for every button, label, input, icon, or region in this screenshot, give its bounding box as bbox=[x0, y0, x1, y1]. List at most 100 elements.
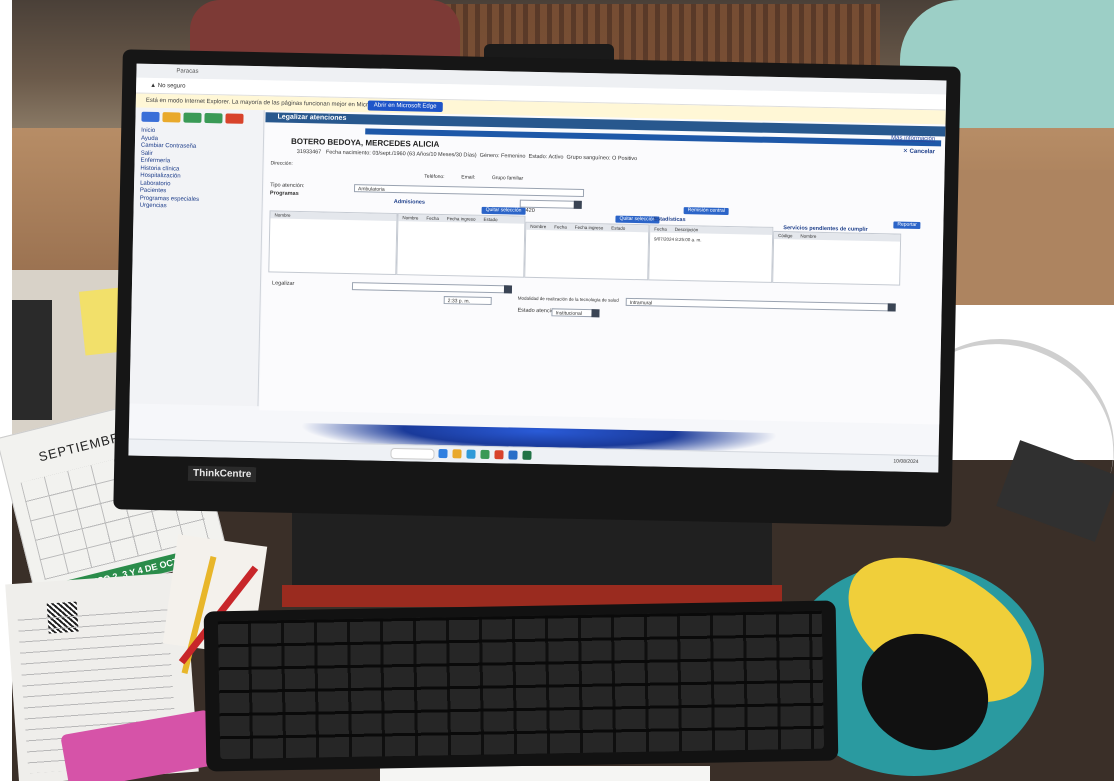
grid-col: Fecha bbox=[554, 224, 567, 230]
admissions-grid[interactable]: Nombre Fecha Fecha ingreso Estado bbox=[396, 213, 526, 278]
chevron-down-icon bbox=[887, 303, 896, 312]
state-value: Activo bbox=[548, 154, 564, 161]
open-in-edge-button[interactable]: Abrir en Microsoft Edge bbox=[367, 100, 443, 112]
quit-selection-button[interactable]: Quitar selección bbox=[481, 206, 526, 215]
cancel-label: Cancelar bbox=[909, 148, 935, 156]
word-icon[interactable] bbox=[508, 450, 518, 460]
grid-header: Código Nombre bbox=[774, 231, 901, 242]
chrome-icon[interactable] bbox=[494, 450, 504, 460]
alert-icon[interactable] bbox=[225, 113, 244, 124]
grid-col: Nombre bbox=[402, 215, 419, 221]
taskbar-clock[interactable]: 10/08/2024 bbox=[893, 459, 918, 466]
grid-col: Fecha ingreso bbox=[446, 216, 476, 222]
windows-start-icon[interactable] bbox=[438, 448, 448, 459]
grid-col: Código bbox=[778, 233, 793, 239]
central-requests-button[interactable]: Remisión central bbox=[683, 207, 729, 216]
attention-type-label: Tipo atención: bbox=[270, 182, 305, 190]
time-value: 2:33 p. m. bbox=[447, 298, 470, 305]
bottom-paper bbox=[380, 766, 710, 781]
programs-grid[interactable]: Nombre bbox=[268, 210, 398, 276]
app-icon[interactable] bbox=[480, 449, 490, 460]
browser-tab[interactable]: Paracas bbox=[176, 68, 198, 74]
requests-grid[interactable]: Nombre Fecha Fecha ingreso Estado bbox=[524, 221, 650, 281]
pending-services-grid[interactable]: Código Nombre bbox=[772, 230, 902, 286]
excel-icon[interactable] bbox=[522, 450, 532, 460]
time-input[interactable]: 2:33 p. m. bbox=[443, 296, 492, 306]
keyboard-keys bbox=[217, 610, 825, 760]
attention-state-value: Institucional bbox=[555, 310, 582, 317]
mode-select[interactable]: Intramural bbox=[625, 297, 896, 312]
help-link[interactable]: Más información bbox=[891, 135, 935, 142]
patient-document: 31933467 bbox=[296, 148, 322, 156]
grid-col: Fecha bbox=[654, 226, 667, 232]
mode-value: Intramural bbox=[629, 299, 653, 307]
sidebar-item[interactable]: Urgencias bbox=[140, 203, 200, 212]
monitor-brand: ThinkCentre bbox=[187, 465, 257, 483]
sidebar-toolbar bbox=[141, 111, 244, 124]
chevron-down-icon bbox=[591, 309, 600, 318]
report-button[interactable]: Reportar bbox=[893, 221, 921, 230]
warning-icon: ▲ bbox=[150, 82, 158, 90]
monitor: Paracas ▲ No seguro Está en modo Interne… bbox=[113, 49, 961, 527]
address-label: Dirección: bbox=[270, 160, 293, 167]
admissions-label: Admisiones bbox=[393, 198, 426, 206]
wooden-counter-right bbox=[950, 170, 1114, 305]
stat-date-cell[interactable]: 9/07/2024 8:25:00 a. m. bbox=[650, 232, 772, 248]
settings-icon[interactable] bbox=[204, 113, 223, 124]
chevron-down-icon bbox=[573, 200, 582, 209]
legalize-select[interactable] bbox=[351, 282, 513, 294]
programs-label: Programas bbox=[269, 190, 299, 197]
folder-icon[interactable] bbox=[162, 112, 181, 123]
gender-label: Género: bbox=[479, 152, 500, 160]
grid-col: Estado bbox=[611, 225, 626, 231]
grid-col: Descripción bbox=[674, 226, 699, 233]
grid-header: Nombre Fecha Fecha ingreso Estado bbox=[526, 222, 649, 233]
birth-value: 03/sept./1960 (63 Años/10 Meses/30 Días) bbox=[372, 150, 477, 159]
taskbar-icons bbox=[438, 448, 532, 460]
grid-header: Nombre bbox=[270, 211, 397, 222]
grid-col: Nombre bbox=[530, 223, 547, 230]
grid-col: Nombre bbox=[800, 233, 817, 239]
grid-col: Fecha bbox=[426, 215, 440, 221]
attention-type-select[interactable]: Ambulatoria bbox=[353, 184, 585, 197]
edge-icon[interactable] bbox=[466, 449, 476, 459]
address-text: No seguro bbox=[157, 83, 186, 90]
family-group-label: Grupo familiar bbox=[491, 175, 524, 182]
file-explorer-icon[interactable] bbox=[452, 449, 462, 459]
state-label: Estado: bbox=[528, 153, 548, 161]
birth-label: Fecha nacimiento: bbox=[325, 149, 371, 157]
admission-code: 420 bbox=[525, 207, 535, 214]
statistics-grid[interactable]: Fecha Descripción 9/07/2024 8:25:00 a. m… bbox=[648, 224, 774, 283]
sidebar: Inicio Ayuda Cambiar Contraseña Salir En… bbox=[129, 107, 265, 407]
phone-label: Teléfono: bbox=[424, 173, 445, 181]
desk-phone bbox=[12, 300, 52, 420]
ie-mode-text: Está en modo Internet Explorer. La mayor… bbox=[145, 97, 399, 110]
group-label: Grupo sanguíneo: bbox=[566, 154, 611, 162]
main-panel: Legalizar atenciones Más información ✕ C… bbox=[259, 110, 946, 425]
statistics-label: Estadísticas bbox=[653, 216, 686, 224]
taskbar-search-input[interactable] bbox=[390, 447, 435, 460]
email-label: Email: bbox=[461, 174, 476, 181]
grid-col: Estado bbox=[483, 216, 498, 223]
patient-name: BOTERO BEDOYA, MERCEDES ALICIA bbox=[290, 136, 440, 149]
chevron-down-icon bbox=[503, 285, 513, 294]
sidebar-menu: Inicio Ayuda Cambiar Contraseña Salir En… bbox=[140, 128, 201, 212]
grid-col: Fecha ingreso bbox=[574, 224, 604, 231]
keyboard bbox=[203, 600, 839, 772]
gender-value: Femenino bbox=[500, 153, 526, 160]
group-value: O Positivo bbox=[612, 155, 638, 163]
mode-label: Modalidad de realización de la tecnologí… bbox=[517, 295, 619, 303]
photo-scene: SEPTIEMBRE CONGRESO 2, 3 Y 4 DE OCTUBRE … bbox=[0, 0, 1114, 781]
cancel-button[interactable]: ✕ Cancelar bbox=[903, 148, 935, 156]
legalize-label: Legalizar bbox=[271, 280, 295, 287]
attention-state-select[interactable]: Institucional bbox=[551, 308, 600, 318]
attention-type-value: Ambulatoria bbox=[357, 186, 385, 193]
home-icon[interactable] bbox=[141, 111, 160, 123]
monitor-screen: Paracas ▲ No seguro Está en modo Interne… bbox=[128, 63, 947, 473]
grid-header: Nombre Fecha Fecha ingreso Estado bbox=[398, 214, 525, 224]
refresh-icon[interactable] bbox=[183, 112, 202, 123]
address-row: Dirección: bbox=[270, 160, 292, 166]
patient-meta: 31933467 Fecha nacimiento: 03/sept./1960… bbox=[297, 149, 637, 162]
contact-row: Teléfono: Email: Grupo familiar bbox=[424, 174, 523, 182]
grid-col: Nombre bbox=[274, 212, 291, 218]
